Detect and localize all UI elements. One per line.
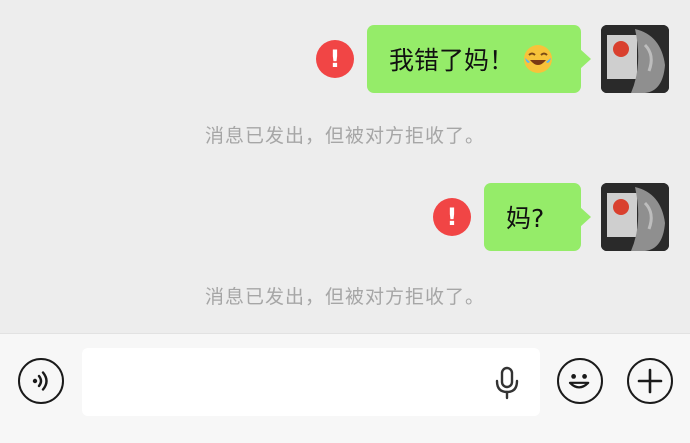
bubble-tail (580, 49, 591, 69)
input-bar (0, 333, 690, 443)
emoji-icon (568, 374, 590, 389)
plus-icon (637, 368, 663, 394)
system-notice: 消息已发出，但被对方拒收了。 (204, 286, 485, 308)
emoji-button[interactable] (557, 358, 603, 404)
microphone-icon[interactable] (494, 366, 520, 400)
message-input[interactable] (82, 348, 540, 416)
message-text: 我错了妈！ (389, 46, 515, 75)
avatar[interactable] (601, 183, 669, 251)
avatar-image (601, 25, 669, 93)
voice-icon (32, 371, 48, 391)
voice-button[interactable] (18, 358, 64, 404)
plus-button[interactable] (627, 358, 673, 404)
send-failed-icon[interactable]: ! (316, 40, 354, 78)
avatar[interactable] (601, 25, 669, 93)
message-text: 妈? (506, 204, 545, 233)
send-failed-icon[interactable]: ! (433, 198, 471, 236)
bubble-tail (580, 207, 591, 227)
message-bubble[interactable]: 妈? (484, 183, 591, 251)
crying-laughing-emoji-icon (524, 45, 553, 73)
avatar-image (601, 183, 669, 251)
chat-area: ! 我错了妈！ 消息已发出，但被对方拒收了。 ! 妈? 消息已发出，但被对方拒收… (0, 0, 690, 333)
message-bubble[interactable]: 我错了妈！ (367, 25, 591, 93)
system-notice: 消息已发出，但被对方拒收了。 (204, 125, 485, 147)
